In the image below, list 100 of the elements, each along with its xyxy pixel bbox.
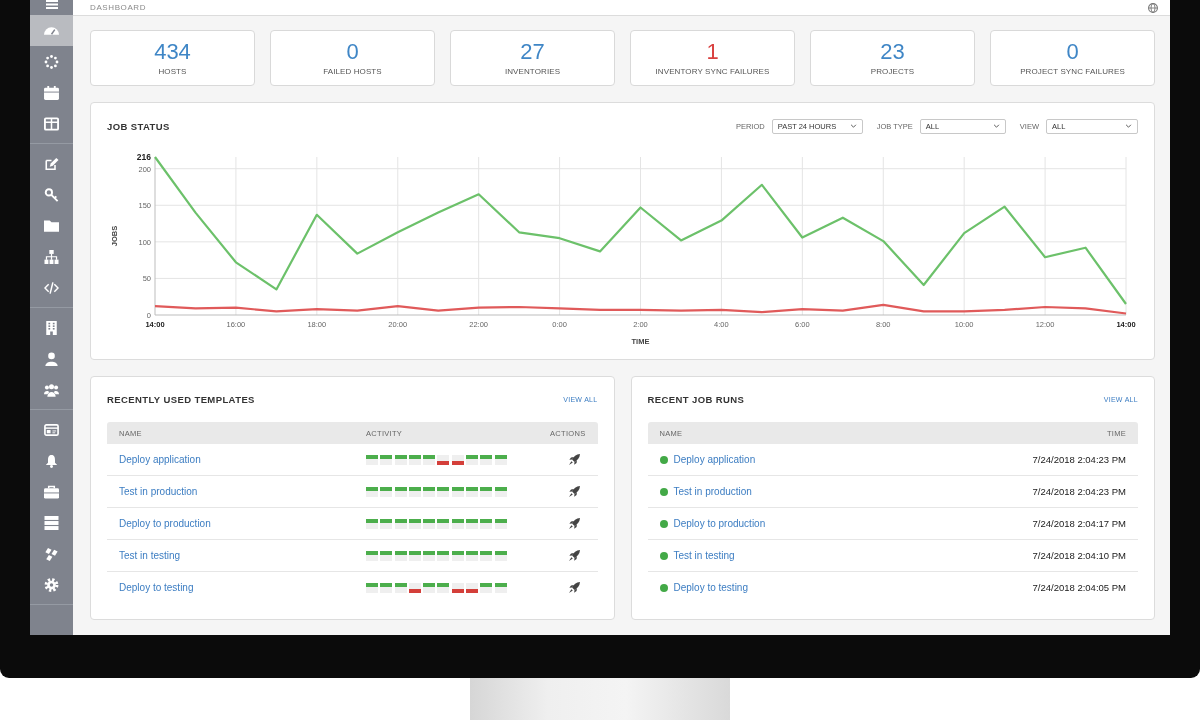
job-result-icon[interactable]	[437, 454, 450, 465]
job-result-icon[interactable]	[451, 454, 464, 465]
job-result-icon[interactable]	[423, 582, 436, 593]
stat-value: 0	[346, 40, 359, 64]
page-title: DASHBOARD	[90, 3, 147, 12]
job-result-icon[interactable]	[366, 486, 378, 497]
job-result-icon[interactable]	[408, 486, 421, 497]
job-result-icon[interactable]	[394, 582, 407, 593]
job-result-icon[interactable]	[394, 550, 407, 561]
job-result-icon[interactable]	[408, 582, 421, 593]
job-link[interactable]: Deploy application	[673, 454, 756, 465]
stat-label: FAILED HOSTS	[323, 67, 382, 76]
building-icon	[44, 320, 59, 335]
globe-icon	[1148, 2, 1158, 13]
stat-card[interactable]: 1 INVENTORY SYNC FAILURES	[630, 30, 795, 86]
job-result-icon[interactable]	[380, 486, 393, 497]
job-result-icon[interactable]	[437, 582, 450, 593]
rocket-icon[interactable]	[568, 582, 580, 593]
tick-label: 216	[136, 152, 151, 162]
job-result-icon[interactable]	[380, 454, 393, 465]
template-link[interactable]: Test in testing	[119, 550, 181, 561]
stat-label: INVENTORIES	[504, 67, 561, 76]
job-link[interactable]: Test in production	[673, 486, 752, 497]
job-result-icon[interactable]	[466, 454, 479, 465]
job-link[interactable]: Deploy to production	[673, 518, 766, 529]
job-result-icon[interactable]	[466, 486, 479, 497]
job-result-icon[interactable]	[408, 454, 421, 465]
job-result-icon[interactable]	[366, 582, 378, 593]
template-link[interactable]: Deploy application	[119, 454, 201, 465]
job-result-icon[interactable]	[451, 518, 464, 529]
job-result-icon[interactable]	[437, 550, 450, 561]
server-icon	[44, 515, 59, 530]
stat-card[interactable]: 23 PROJECTS	[810, 30, 975, 86]
job-result-icon[interactable]	[494, 550, 507, 561]
nav-button[interactable]	[30, 15, 73, 46]
stat-card[interactable]: 0 FAILED HOSTS	[270, 30, 435, 86]
job-result-icon[interactable]	[466, 518, 479, 529]
stat-value: 23	[880, 40, 905, 64]
job-result-icon[interactable]	[423, 518, 436, 529]
job-result-icon[interactable]	[380, 550, 393, 561]
job-result-icon[interactable]	[408, 550, 421, 561]
job-result-icon[interactable]	[394, 518, 407, 529]
rocket-icon[interactable]	[568, 486, 580, 497]
job-result-icon[interactable]	[466, 582, 479, 593]
stat-label: INVENTORY SYNC FAILURES	[655, 67, 770, 76]
job-result-icon[interactable]	[366, 518, 378, 529]
template-link[interactable]: Test in production	[119, 486, 198, 497]
stat-card[interactable]: 434 HOSTS	[90, 30, 255, 86]
job-result-icon[interactable]	[394, 454, 407, 465]
job-result-icon[interactable]	[480, 454, 493, 465]
stat-value: 434	[154, 40, 191, 64]
time-cell: 7/24/2018 2:04:17 PM	[1032, 518, 1126, 529]
briefcase-icon	[44, 484, 59, 499]
job-result-icon[interactable]	[494, 454, 507, 465]
stat-card[interactable]: 27 INVENTORIES	[450, 30, 615, 86]
job-link[interactable]: Test in testing	[673, 550, 735, 561]
job-result-icon[interactable]	[494, 518, 507, 529]
job-result-icon[interactable]	[451, 486, 464, 497]
template-link[interactable]: Deploy to production	[119, 518, 211, 529]
menu-button[interactable]	[45, 0, 58, 9]
job-link[interactable]: Deploy to testing	[673, 582, 748, 593]
template-link[interactable]: Deploy to testing	[119, 582, 194, 593]
rocket-icon[interactable]	[568, 454, 580, 465]
caret-icon	[849, 124, 857, 128]
job-result-icon[interactable]	[366, 550, 378, 561]
job-result-icon[interactable]	[437, 518, 450, 529]
caret-icon	[1125, 124, 1132, 128]
job-result-icon[interactable]	[480, 486, 493, 497]
users-icon	[44, 382, 59, 397]
job-result-icon[interactable]	[380, 518, 393, 529]
job-result-icon[interactable]	[423, 550, 436, 561]
stat-card[interactable]: 0 PROJECT SYNC FAILURES	[990, 30, 1155, 86]
job-result-icon[interactable]	[408, 518, 421, 529]
job-result-icon[interactable]	[480, 550, 493, 561]
job-result-icon[interactable]	[423, 486, 436, 497]
rocket-icon[interactable]	[568, 550, 580, 561]
job-result-icon[interactable]	[451, 582, 464, 593]
job-result-icon[interactable]	[466, 550, 479, 561]
stat-value: 1	[706, 40, 719, 64]
cubes-icon	[44, 546, 59, 561]
time-cell: 7/24/2018 2:04:23 PM	[1032, 454, 1126, 465]
user-icon	[44, 351, 59, 366]
job-result-icon[interactable]	[394, 486, 407, 497]
job-result-icon[interactable]	[423, 454, 436, 465]
job-result-icon[interactable]	[437, 486, 450, 497]
edit-icon	[44, 156, 59, 171]
job-result-icon[interactable]	[366, 454, 378, 465]
job-result-icon[interactable]	[494, 582, 507, 593]
spinner-icon	[44, 54, 59, 69]
settings-icon	[44, 577, 59, 592]
time-cell: 7/24/2018 2:04:23 PM	[1032, 486, 1126, 497]
job-result-icon[interactable]	[480, 518, 493, 529]
rocket-icon[interactable]	[568, 518, 580, 529]
job-result-icon[interactable]	[380, 582, 393, 593]
job-result-icon[interactable]	[480, 582, 493, 593]
job-result-icon[interactable]	[451, 550, 464, 561]
job-result-icon[interactable]	[494, 486, 507, 497]
time-cell: 7/24/2018 2:04:05 PM	[1032, 582, 1126, 593]
panel-title: RECENTLY USED TEMPLATES	[107, 393, 255, 405]
folder-icon	[44, 218, 59, 233]
